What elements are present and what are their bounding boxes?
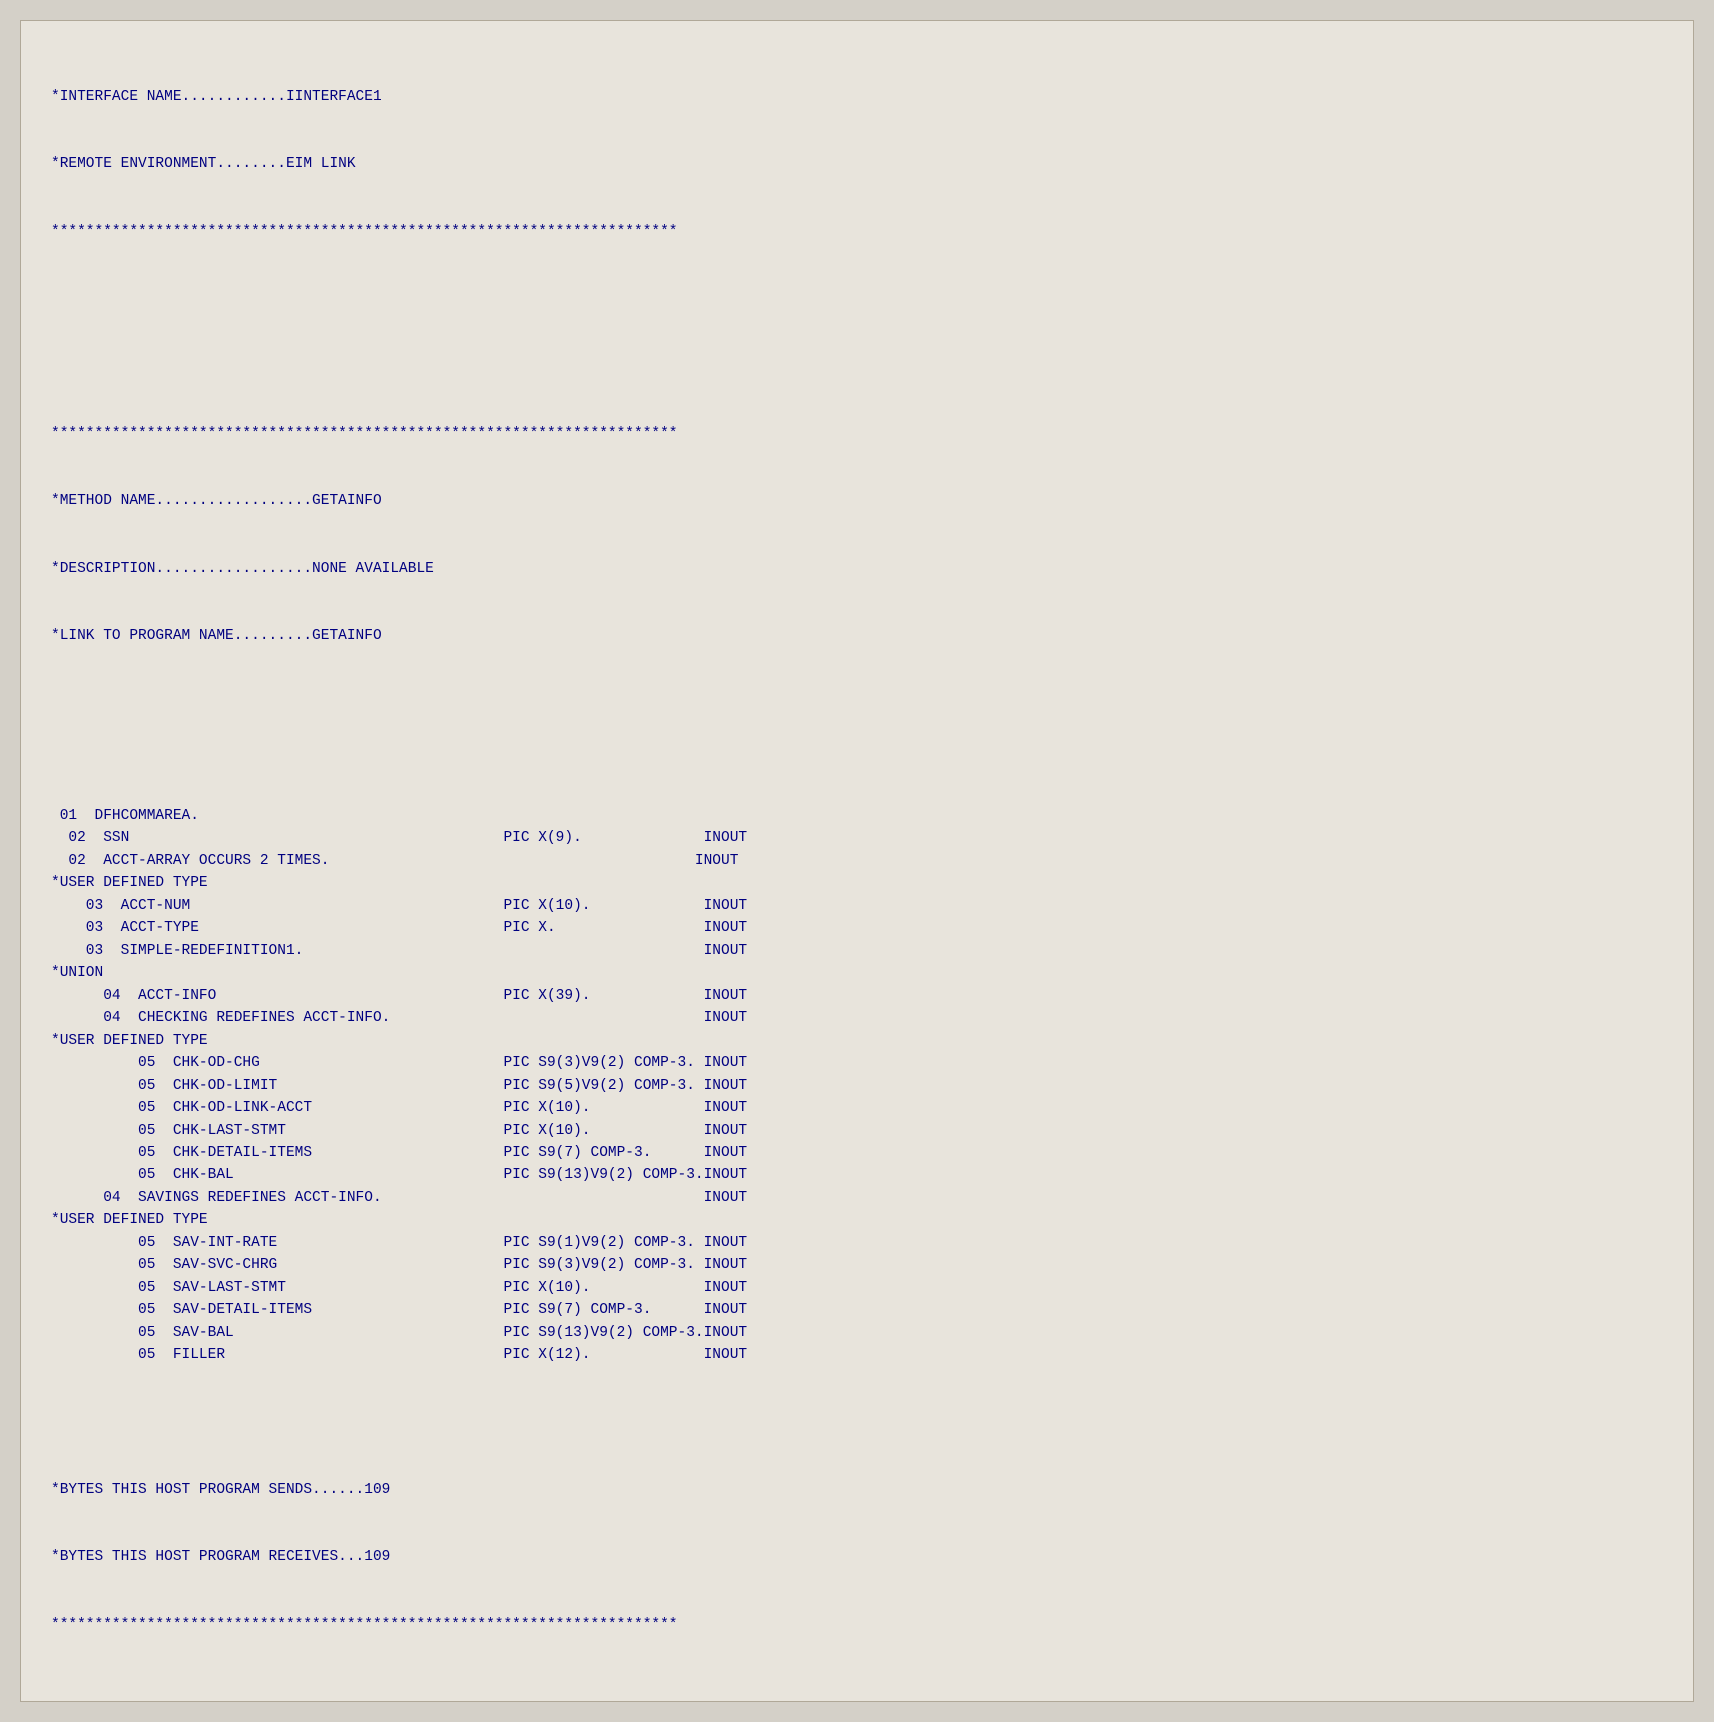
header-line2: *REMOTE ENVIRONMENT........EIM LINK bbox=[51, 153, 1663, 175]
data-line-19: 05 SAV-INT-RATE PIC S9(1)V9(2) COMP-3. I… bbox=[51, 1232, 1663, 1254]
data-line-10: *USER DEFINED TYPE bbox=[51, 1030, 1663, 1052]
header-separator: ****************************************… bbox=[51, 221, 1663, 243]
method-name-line: *METHOD NAME..................GETAINFO bbox=[51, 490, 1663, 512]
data-line-24: 05 FILLER PIC X(12). INOUT bbox=[51, 1344, 1663, 1366]
data-line-14: 05 CHK-LAST-STMT PIC X(10). INOUT bbox=[51, 1120, 1663, 1142]
header-line1: *INTERFACE NAME............IINTERFACE1 bbox=[51, 86, 1663, 108]
data-line-6: 03 SIMPLE-REDEFINITION1. INOUT bbox=[51, 940, 1663, 962]
data-line-9: 04 CHECKING REDEFINES ACCT-INFO. INOUT bbox=[51, 1007, 1663, 1029]
data-line-16: 05 CHK-BAL PIC S9(13)V9(2) COMP-3.INOUT bbox=[51, 1164, 1663, 1186]
link-to-program-line: *LINK TO PROGRAM NAME.........GETAINFO bbox=[51, 625, 1663, 647]
data-line-12: 05 CHK-OD-LIMIT PIC S9(5)V9(2) COMP-3. I… bbox=[51, 1075, 1663, 1097]
data-line-0: 01 DFHCOMMAREA. bbox=[51, 805, 1663, 827]
data-definitions: 01 DFHCOMMAREA. 02 SSN PIC X(9). INOUT 0… bbox=[51, 760, 1663, 1367]
data-line-1: 02 SSN PIC X(9). INOUT bbox=[51, 827, 1663, 849]
data-line-13: 05 CHK-OD-LINK-ACCT PIC X(10). INOUT bbox=[51, 1097, 1663, 1119]
footer-block: *BYTES THIS HOST PROGRAM SENDS......109 … bbox=[51, 1367, 1663, 1682]
blank-line2 bbox=[51, 356, 1663, 378]
data-line-4: 03 ACCT-NUM PIC X(10). INOUT bbox=[51, 895, 1663, 917]
data-line-8: 04 ACCT-INFO PIC X(39). INOUT bbox=[51, 985, 1663, 1007]
data-line-20: 05 SAV-SVC-CHRG PIC S9(3)V9(2) COMP-3. I… bbox=[51, 1254, 1663, 1276]
data-line-11: 05 CHK-OD-CHG PIC S9(3)V9(2) COMP-3. INO… bbox=[51, 1052, 1663, 1074]
blank-line1 bbox=[51, 288, 1663, 310]
data-line-3: *USER DEFINED TYPE bbox=[51, 872, 1663, 894]
data-line-2: 02 ACCT-ARRAY OCCURS 2 TIMES. INOUT bbox=[51, 850, 1663, 872]
data-line-5: 03 ACCT-TYPE PIC X. INOUT bbox=[51, 917, 1663, 939]
data-line-21: 05 SAV-LAST-STMT PIC X(10). INOUT bbox=[51, 1277, 1663, 1299]
data-line-23: 05 SAV-BAL PIC S9(13)V9(2) COMP-3.INOUT bbox=[51, 1322, 1663, 1344]
data-line-7: *UNION bbox=[51, 962, 1663, 984]
description-line: *DESCRIPTION..................NONE AVAIL… bbox=[51, 558, 1663, 580]
data-line-15: 05 CHK-DETAIL-ITEMS PIC S9(7) COMP-3. IN… bbox=[51, 1142, 1663, 1164]
blank-line-footer bbox=[51, 1412, 1663, 1434]
method-separator-top: ****************************************… bbox=[51, 423, 1663, 445]
blank-line3 bbox=[51, 693, 1663, 715]
code-display: *INTERFACE NAME............IINTERFACE1 *… bbox=[51, 41, 1663, 760]
data-line-17: 04 SAVINGS REDEFINES ACCT-INFO. INOUT bbox=[51, 1187, 1663, 1209]
footer-separator: ****************************************… bbox=[51, 1614, 1663, 1636]
main-content: *INTERFACE NAME............IINTERFACE1 *… bbox=[20, 20, 1694, 1702]
bytes-sends-line: *BYTES THIS HOST PROGRAM SENDS......109 bbox=[51, 1479, 1663, 1501]
data-line-22: 05 SAV-DETAIL-ITEMS PIC S9(7) COMP-3. IN… bbox=[51, 1299, 1663, 1321]
bytes-receives-line: *BYTES THIS HOST PROGRAM RECEIVES...109 bbox=[51, 1546, 1663, 1568]
data-line-18: *USER DEFINED TYPE bbox=[51, 1209, 1663, 1231]
